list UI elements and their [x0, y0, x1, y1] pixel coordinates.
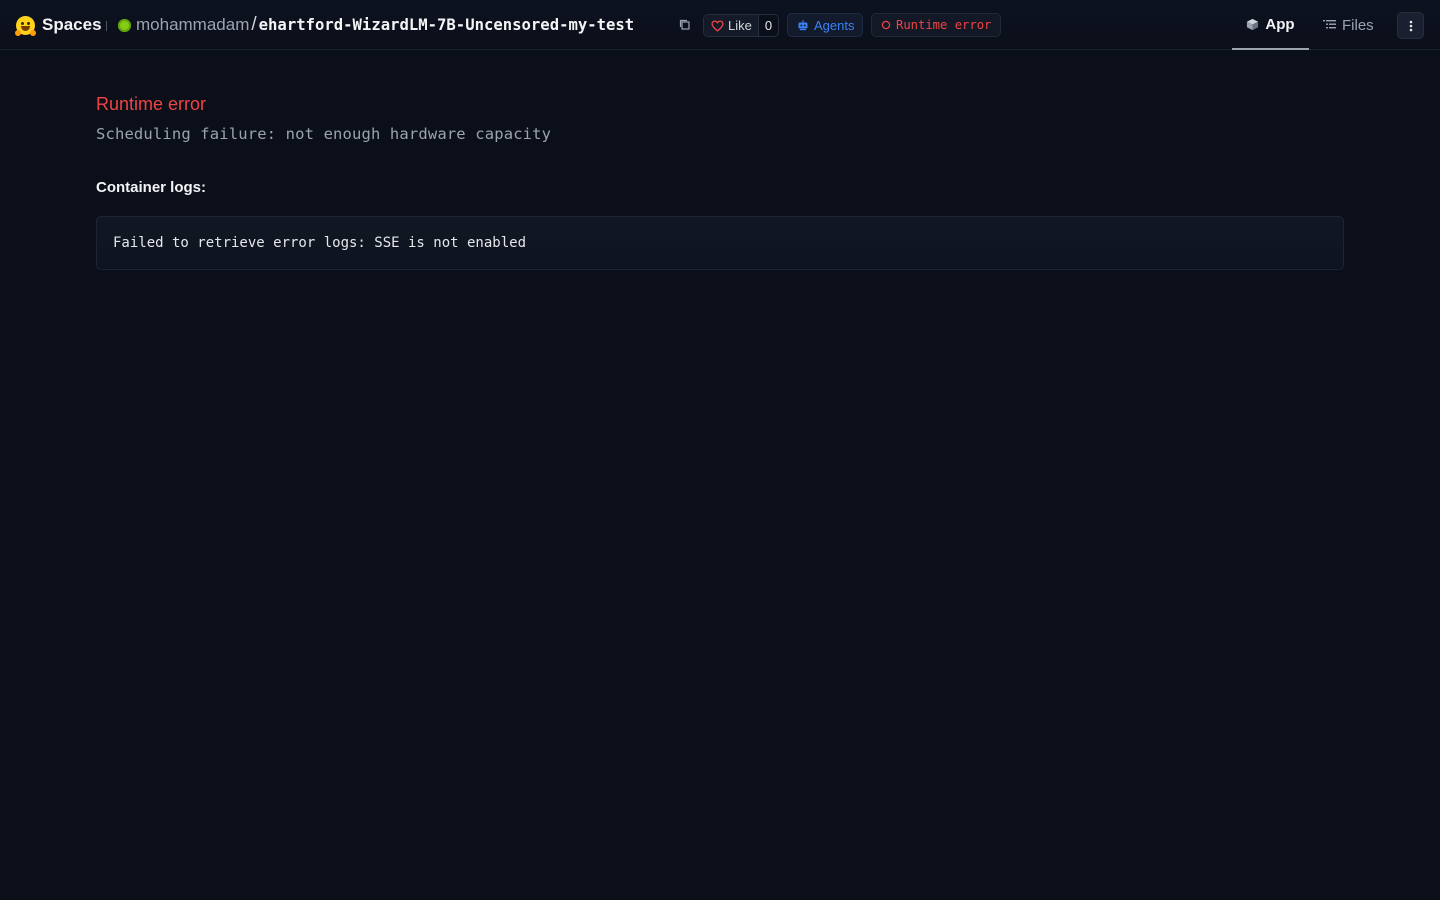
tab-files[interactable]: Files: [1323, 0, 1374, 50]
spaces-label: Spaces: [42, 15, 102, 34]
breadcrumb-separator: /: [251, 14, 257, 35]
like-label: Like: [728, 18, 752, 33]
like-count[interactable]: 0: [758, 15, 779, 36]
files-icon: [1323, 20, 1336, 29]
cube-icon: [1247, 18, 1259, 30]
error-circle-icon: [881, 20, 891, 30]
tab-app[interactable]: App: [1232, 0, 1309, 50]
like-button[interactable]: Like: [704, 15, 759, 36]
runtime-status-badge[interactable]: Runtime error: [871, 13, 1002, 37]
owner-link[interactable]: mohammadam: [136, 15, 249, 35]
error-panel: Runtime error Scheduling failure: not en…: [96, 90, 1344, 270]
more-menu-button[interactable]: [1397, 12, 1424, 39]
error-title: Runtime error: [96, 94, 207, 114]
agents-button[interactable]: Agents: [787, 13, 864, 37]
spaces-home-link[interactable]: Spaces: [15, 14, 102, 36]
agents-label: Agents: [814, 17, 855, 33]
robot-icon: [798, 20, 808, 31]
container-logs-box: Failed to retrieve error logs: SSE is no…: [96, 216, 1344, 270]
container-logs-text: Failed to retrieve error logs: SSE is no…: [113, 235, 527, 251]
error-message: Scheduling failure: not enough hardware …: [96, 125, 552, 143]
repo-breadcrumb: mohammadam / ehartford-WizardLM-7B-Uncen…: [118, 13, 634, 37]
like-group: Like 0: [703, 14, 780, 37]
more-vertical-icon: [1409, 20, 1412, 31]
heart-icon: [711, 19, 724, 32]
tab-app-label: App: [1265, 15, 1295, 33]
hugging-face-logo-icon: [15, 15, 36, 36]
tab-files-label: Files: [1342, 16, 1374, 34]
copy-icon[interactable]: [678, 18, 692, 32]
running-status-icon: [118, 18, 131, 32]
repo-name-link[interactable]: ehartford-WizardLM-7B-Uncensored-my-test: [259, 16, 635, 34]
runtime-status-label: Runtime error: [896, 18, 992, 32]
divider: [106, 21, 107, 31]
container-logs-label: Container logs:: [96, 179, 207, 196]
top-bar: Spaces mohammadam / ehartford-WizardLM-7…: [0, 0, 1440, 50]
